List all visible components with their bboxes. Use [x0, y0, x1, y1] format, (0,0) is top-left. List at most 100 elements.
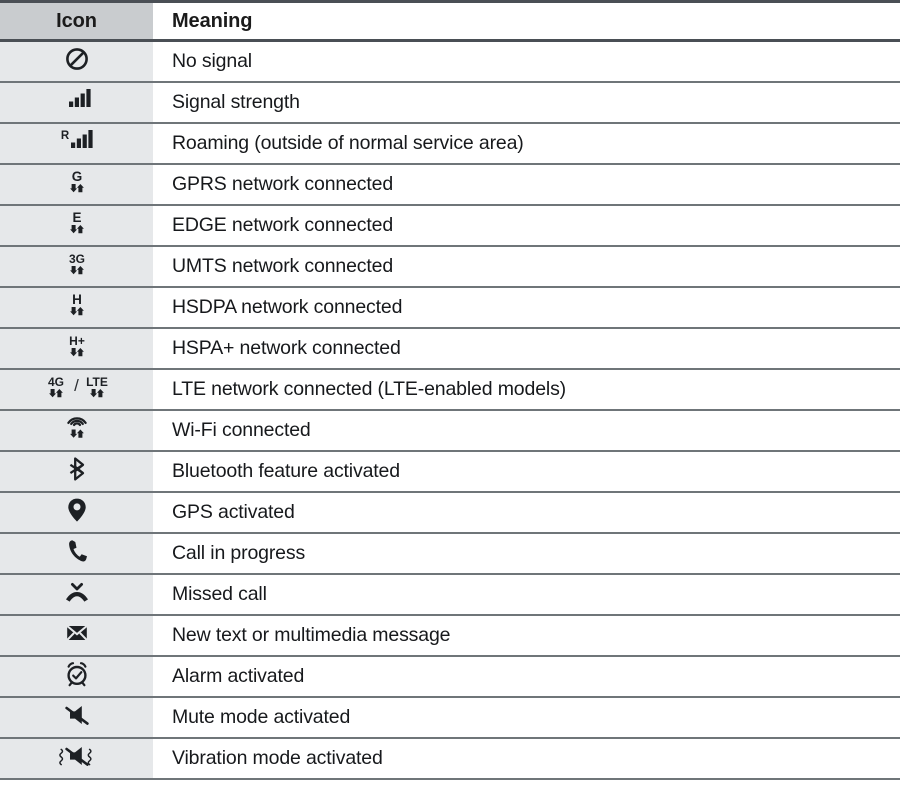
icon-cell: H [0, 286, 153, 329]
roaming-icon: R [60, 124, 94, 158]
meaning-label: HSDPA network connected [172, 295, 403, 318]
icon-cell [0, 409, 153, 452]
table-row: 4G / LTE LTE network connected (LTE-enabled… [0, 368, 900, 411]
icon-cell [0, 532, 153, 575]
meaning-label: HSPA+ network connected [172, 336, 401, 359]
svg-text:4G: 4G [48, 375, 64, 389]
table-row: Signal strength [0, 81, 900, 124]
svg-text:H+: H+ [69, 334, 85, 348]
signal-strength-icon [62, 83, 92, 117]
table-row: Wi-Fi connected [0, 409, 900, 452]
gprs-network-icon: G [62, 165, 92, 199]
column-header-meaning: Meaning [153, 0, 900, 42]
column-header-icon-label: Icon [56, 9, 97, 32]
meaning-cell: Roaming (outside of normal service area) [153, 122, 900, 165]
meaning-label: New text or multimedia message [172, 623, 451, 646]
meaning-cell: Alarm activated [153, 655, 900, 698]
table-row: Missed call [0, 573, 900, 616]
bluetooth-icon [62, 452, 92, 486]
meaning-label: EDGE network connected [172, 213, 394, 236]
meaning-label: Bluetooth feature activated [172, 459, 400, 482]
meaning-cell: New text or multimedia message [153, 614, 900, 657]
icon-cell: H+ [0, 327, 153, 370]
table-header-row: Icon Meaning [0, 0, 900, 42]
table-row: H+ HSPA+ network connected [0, 327, 900, 370]
svg-text:G: G [71, 169, 82, 184]
meaning-label: Mute mode activated [172, 705, 351, 728]
mute-mode-icon [62, 698, 92, 732]
table-row: Bluetooth feature activated [0, 450, 900, 493]
column-header-meaning-label: Meaning [172, 9, 253, 32]
edge-network-icon: E [62, 206, 92, 240]
table-row: Vibration mode activated [0, 737, 900, 780]
icon-cell [0, 614, 153, 657]
icon-cell: 4G / LTE [0, 368, 153, 411]
meaning-cell: LTE network connected (LTE-enabled model… [153, 368, 900, 411]
table-header: Icon Meaning [0, 0, 900, 42]
vibration-mode-icon [58, 739, 96, 773]
lte-network-icon: 4G / LTE [41, 370, 112, 404]
table-row: Alarm activated [0, 655, 900, 698]
missed-call-icon [62, 575, 92, 609]
icon-cell: R [0, 122, 153, 165]
icon-cell [0, 40, 153, 83]
meaning-cell: Signal strength [153, 81, 900, 124]
wifi-connected-icon [62, 411, 92, 445]
meaning-cell: EDGE network connected [153, 204, 900, 247]
icon-cell [0, 450, 153, 493]
table-row: G GPRS network connected [0, 163, 900, 206]
meaning-label: GPRS network connected [172, 172, 394, 195]
table-row: 3G UMTS network connected [0, 245, 900, 288]
meaning-label: Missed call [172, 582, 267, 605]
new-message-icon [62, 616, 92, 650]
meaning-label: Roaming (outside of normal service area) [172, 131, 524, 154]
svg-text:3G: 3G [68, 252, 84, 266]
meaning-cell: Wi-Fi connected [153, 409, 900, 452]
meaning-cell: Vibration mode activated [153, 737, 900, 780]
meaning-label: Alarm activated [172, 664, 305, 687]
icon-cell [0, 737, 153, 780]
icon-cell: 3G [0, 245, 153, 288]
meaning-cell: Call in progress [153, 532, 900, 575]
table-row: New text or multimedia message [0, 614, 900, 657]
svg-text:R: R [60, 130, 69, 142]
no-signal-icon [62, 42, 92, 76]
meaning-label: Call in progress [172, 541, 306, 564]
meaning-cell: HSDPA network connected [153, 286, 900, 329]
meaning-label: Signal strength [172, 90, 300, 113]
table-row: GPS activated [0, 491, 900, 534]
table-row: No signal [0, 40, 900, 83]
meaning-cell: Bluetooth feature activated [153, 450, 900, 493]
icon-cell: E [0, 204, 153, 247]
meaning-cell: HSPA+ network connected [153, 327, 900, 370]
meaning-label: No signal [172, 49, 252, 72]
table-row: Call in progress [0, 532, 900, 575]
meaning-label: LTE network connected (LTE-enabled model… [172, 377, 567, 400]
alarm-icon [62, 657, 92, 691]
gps-icon [62, 493, 92, 527]
hsdpa-network-icon: H [62, 288, 92, 322]
icon-cell [0, 81, 153, 124]
svg-text:H: H [72, 292, 82, 307]
table-body: No signal Signal strength R Roaming (outsid… [0, 40, 900, 780]
icon-cell [0, 696, 153, 739]
meaning-label: Vibration mode activated [172, 746, 383, 769]
status-icon-legend-table: Icon Meaning No signal Signal strength R Ro… [0, 0, 900, 780]
table-row: Mute mode activated [0, 696, 900, 739]
meaning-cell: No signal [153, 40, 900, 83]
icon-cell [0, 491, 153, 534]
icon-cell [0, 573, 153, 616]
svg-text:E: E [72, 210, 81, 225]
svg-text:LTE: LTE [86, 375, 108, 389]
table-row: H HSDPA network connected [0, 286, 900, 329]
meaning-cell: GPRS network connected [153, 163, 900, 206]
meaning-cell: Mute mode activated [153, 696, 900, 739]
hspa-plus-network-icon: H+ [62, 329, 92, 363]
meaning-label: UMTS network connected [172, 254, 394, 277]
column-header-icon: Icon [0, 0, 153, 42]
call-in-progress-icon [62, 534, 92, 568]
meaning-cell: GPS activated [153, 491, 900, 534]
meaning-label: GPS activated [172, 500, 295, 523]
icon-cell: G [0, 163, 153, 206]
table-row: R Roaming (outside of normal service area… [0, 122, 900, 165]
